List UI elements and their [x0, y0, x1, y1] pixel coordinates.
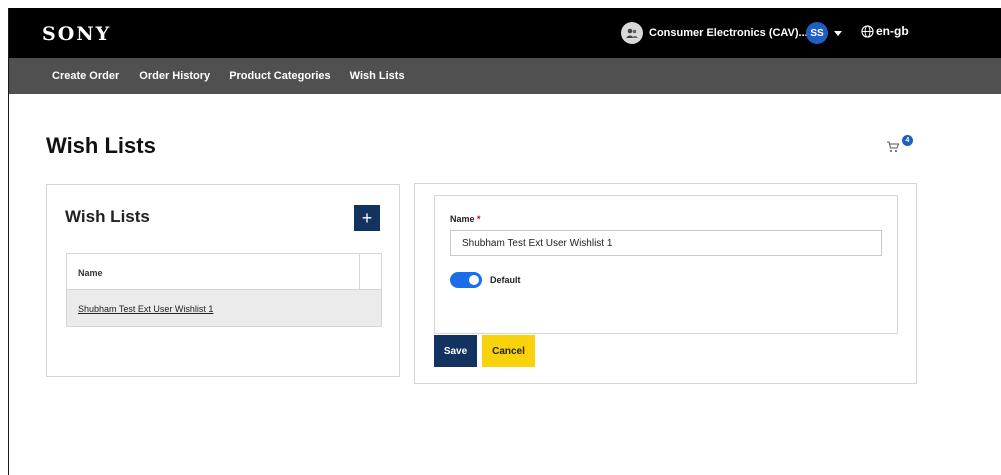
globe-icon — [861, 24, 874, 38]
account-selector[interactable]: Consumer Electronics (CAV)... — [621, 22, 824, 44]
page-title: Wish Lists — [46, 133, 156, 158]
table-header: Name — [67, 254, 381, 290]
toggle-knob — [469, 275, 479, 285]
wishlist-panel: Wish Lists + Name Shubham Test Ext User … — [46, 184, 400, 377]
name-field-label: Name * — [450, 214, 481, 224]
nav-wish-lists[interactable]: Wish Lists — [350, 70, 405, 82]
nav-product-categories[interactable]: Product Categories — [229, 70, 330, 82]
wishlist-form: Name * Default — [434, 195, 898, 334]
default-toggle-label: Default — [490, 275, 521, 285]
required-marker: * — [477, 214, 481, 224]
app-frame: SONY Consumer Electronics (CAV)... SS en… — [8, 8, 1001, 475]
sony-logo[interactable]: SONY — [42, 23, 111, 45]
column-header-name: Name — [67, 254, 360, 289]
cart-count-badge: 4 — [902, 135, 913, 146]
user-avatar: SS — [806, 22, 828, 44]
name-label-text: Name — [450, 214, 475, 224]
account-label: Consumer Electronics (CAV)... — [649, 27, 808, 39]
nav-create-order[interactable]: Create Order — [52, 70, 119, 82]
main-nav: Create Order Order History Product Categ… — [9, 58, 1001, 94]
cancel-button[interactable]: Cancel — [482, 335, 535, 367]
column-header-actions — [360, 254, 381, 289]
user-menu[interactable]: SS — [806, 22, 842, 44]
language-selector[interactable]: en-gb — [861, 24, 909, 38]
default-toggle[interactable] — [450, 272, 482, 288]
nav-order-history[interactable]: Order History — [139, 70, 210, 82]
caret-down-icon — [834, 28, 842, 38]
name-input[interactable] — [450, 230, 882, 256]
language-label: en-gb — [876, 24, 909, 38]
top-bar: SONY Consumer Electronics (CAV)... SS en… — [9, 8, 1001, 58]
wishlist-panel-title: Wish Lists — [65, 207, 150, 226]
wishlist-edit-panel: Name * Default Save Cancel — [414, 183, 917, 384]
cart-icon — [887, 141, 900, 152]
account-group-icon — [621, 22, 643, 44]
save-button[interactable]: Save — [434, 335, 477, 367]
wishlist-table: Name Shubham Test Ext User Wishlist 1 — [66, 253, 382, 327]
add-wishlist-button[interactable]: + — [354, 205, 380, 231]
table-row[interactable]: Shubham Test Ext User Wishlist 1 — [67, 290, 381, 326]
cart-button[interactable]: 4 — [886, 135, 916, 156]
